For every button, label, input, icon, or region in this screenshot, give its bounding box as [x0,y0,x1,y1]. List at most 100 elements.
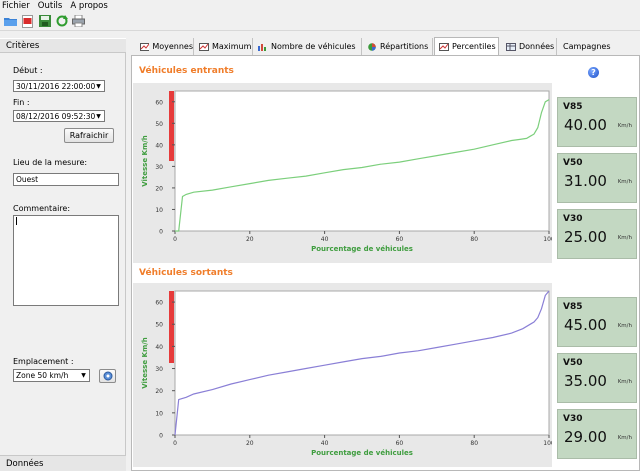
refresh-button[interactable]: Rafraichir [64,128,114,143]
v85-label: V85 [563,302,583,312]
debut-label: Début : [13,66,43,75]
fin-value: 08/12/2016 09:52:30 [16,112,96,121]
chart-entrants: 0 10 20 30 40 50 60 0 20 40 60 80 100 Pourcentage de … [141,90,552,253]
x-axis-label: Pourcentage de véhicules [311,449,413,457]
x-tick-label: 40 [321,236,329,243]
tab-moyennes[interactable]: Moyennes [136,38,194,55]
refresh-icon[interactable] [54,14,69,28]
data-footer: Données [0,455,126,471]
x-tick-label: 20 [246,236,254,243]
y-tick-label: 30 [155,164,163,171]
tab-label: Campagnes [563,42,611,51]
toolbar [0,12,640,31]
plot-area [174,290,550,436]
chevron-down-icon[interactable]: ▼ [94,112,103,121]
commentaire-label: Commentaire: [13,204,71,213]
unit-label: Km/h [617,235,632,241]
debut-value: 30/11/2016 22:00:00 [16,82,96,91]
v50-value: 35.00 [564,372,607,390]
lieu-input[interactable]: Ouest [13,173,119,186]
tab-strip: Moyennes Maximum Nombre de véhicules Rép… [132,37,640,55]
y-tick-label: 30 [155,366,163,373]
y-tick-label: 20 [155,388,163,395]
tab-nombre-vehicules[interactable]: Nombre de véhicules [254,38,362,55]
tab-donnees[interactable]: Données [502,38,557,55]
chart-icon [199,42,209,51]
unit-label: Km/h [617,379,632,385]
x-tick-label: 0 [173,236,177,243]
tab-percentiles[interactable]: Percentiles [434,37,499,55]
menu-apropos[interactable]: A propos [70,1,107,11]
unit-label: Km/h [617,179,632,185]
location-config-button[interactable] [99,369,116,383]
save-icon[interactable] [37,14,52,28]
tab-label: Nombre de véhicules [271,42,356,51]
y-tick-label: 50 [155,322,163,329]
commentaire-textarea[interactable] [13,215,119,306]
y-tick-label: 60 [155,300,163,307]
chart-title-entrants: Véhicules entrants [139,66,234,76]
print-icon[interactable] [71,14,86,28]
location-icon [103,371,112,381]
y-tick-label: 50 [155,121,163,128]
tab-repartitions[interactable]: Répartitions [363,38,433,55]
x-tick-label: 60 [396,440,404,447]
v85-box-entrants: V85 40.00 Km/h [557,97,637,147]
unit-label: Km/h [617,123,632,129]
fin-label: Fin : [13,98,30,107]
tab-campagnes[interactable]: Campagnes [559,38,616,55]
x-tick-label: 0 [173,440,177,447]
tab-maximum[interactable]: Maximum [195,38,253,55]
v30-label: V30 [563,214,583,224]
x-tick-label: 20 [246,440,254,447]
chart-icon [439,42,449,51]
v50-box-entrants: V50 31.00 Km/h [557,153,637,203]
pdf-icon[interactable] [20,14,35,28]
x-tick-label: 40 [321,440,329,447]
y-tick-label: 20 [155,185,163,192]
y-tick-label: 10 [155,207,163,214]
x-axis-label: Pourcentage de véhicules [311,245,413,253]
v85-value: 40.00 [564,116,607,134]
debut-datetime-picker[interactable]: 30/11/2016 22:00:00 ▼ [13,80,105,92]
emplacement-label: Emplacement : [13,357,74,366]
chevron-down-icon[interactable]: ▼ [79,371,88,380]
unit-label: Km/h [617,323,632,329]
v85-box-sortants: V85 45.00 Km/h [557,297,637,347]
lieu-label: Lieu de la mesure: [13,158,88,167]
tab-label: Maximum [212,42,252,51]
v85-value: 45.00 [564,316,607,334]
v30-value: 29.00 [564,428,607,446]
v50-box-sortants: V50 35.00 Km/h [557,353,637,403]
table-icon [506,42,516,51]
y-tick-label: 0 [159,229,163,236]
plot-area [174,90,550,232]
v30-box-entrants: V30 25.00 Km/h [557,209,637,259]
help-icon[interactable]: ? [588,67,599,78]
v30-box-sortants: V30 29.00 Km/h [557,409,637,459]
y-tick-label: 40 [155,142,163,149]
v50-label: V50 [563,358,583,368]
chevron-down-icon[interactable]: ▼ [94,82,103,91]
v30-label: V30 [563,414,583,424]
bar-chart-icon [258,43,266,51]
y-tick-label: 10 [155,410,163,417]
menu-fichier[interactable]: Fichier [2,1,30,11]
x-tick-label: 80 [470,236,478,243]
menu-bar: Fichier Outils A propos [0,0,640,12]
text-cursor [16,217,17,225]
pie-chart-icon [368,42,376,51]
folder-icon[interactable] [3,14,18,28]
tab-label: Moyennes [152,42,193,51]
tab-label: Percentiles [452,42,496,51]
fin-datetime-picker[interactable]: 08/12/2016 09:52:30 ▼ [13,110,105,122]
y-tick-label: 40 [155,344,163,351]
x-tick-label: 60 [396,236,404,243]
chart-icon [140,42,150,51]
menu-outils[interactable]: Outils [38,1,63,11]
y-tick-label: 0 [159,433,163,440]
v50-value: 31.00 [564,172,607,190]
v50-label: V50 [563,158,583,168]
chart-title-sortants: Véhicules sortants [139,268,233,278]
emplacement-select[interactable]: Zone 50 km/h ▼ [13,369,90,382]
